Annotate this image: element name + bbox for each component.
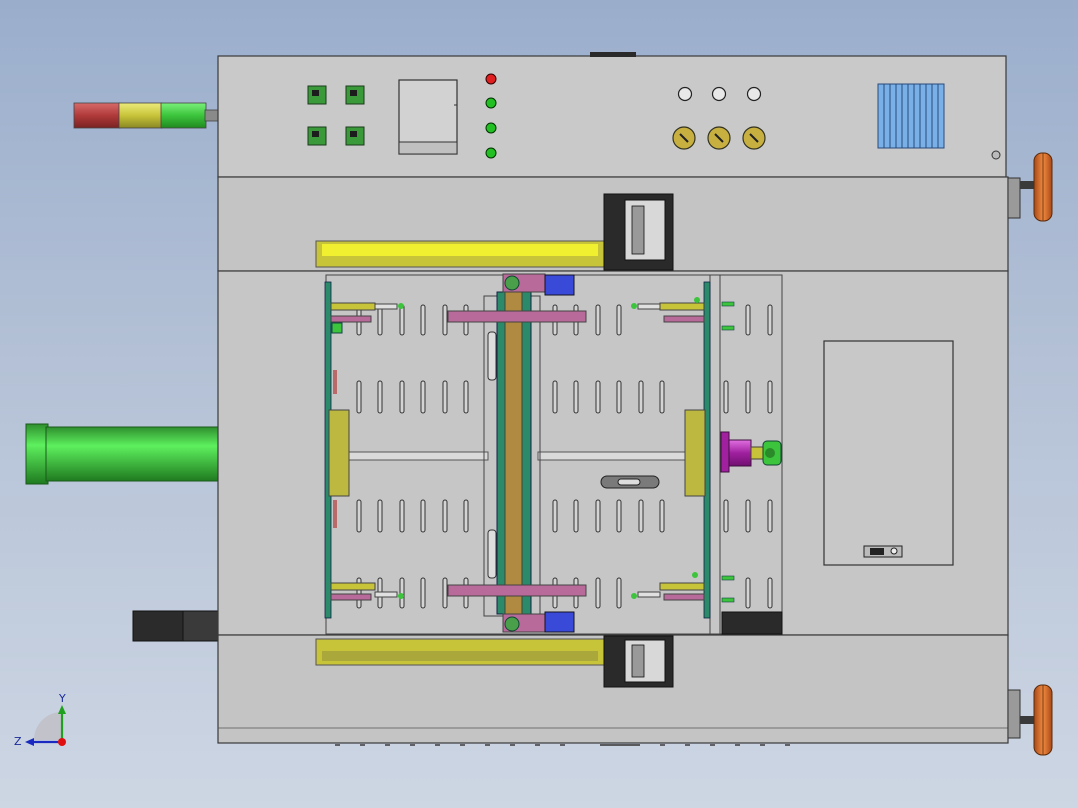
pneumatic-cylinder <box>25 423 219 485</box>
cad-model-viewport[interactable]: Y Z <box>0 0 1078 808</box>
machine-drawing: Y Z <box>14 52 1053 756</box>
y-axis-label: Y <box>58 692 66 705</box>
cabinet-door[interactable] <box>823 340 954 566</box>
tower-yellow-light <box>118 102 163 129</box>
top-handle <box>590 52 636 57</box>
vent-grille <box>877 83 945 149</box>
tower-mount <box>204 109 219 122</box>
handwheel-upper[interactable] <box>1007 152 1053 222</box>
hmi-screen[interactable] <box>398 79 458 155</box>
x-axis-point <box>58 738 66 746</box>
triad-plane <box>34 712 62 740</box>
z-axis-label: Z <box>14 735 22 748</box>
tower-red-light <box>73 102 121 129</box>
side-motor-block <box>132 610 219 642</box>
axis-triad: Y Z <box>14 692 66 748</box>
selector-knobs[interactable] <box>672 126 766 150</box>
right-lower-block <box>721 611 783 635</box>
handwheel-lower[interactable] <box>1007 684 1053 756</box>
panel-screw <box>991 150 1001 160</box>
signal-tower <box>73 102 219 129</box>
tower-green-light <box>160 102 207 129</box>
